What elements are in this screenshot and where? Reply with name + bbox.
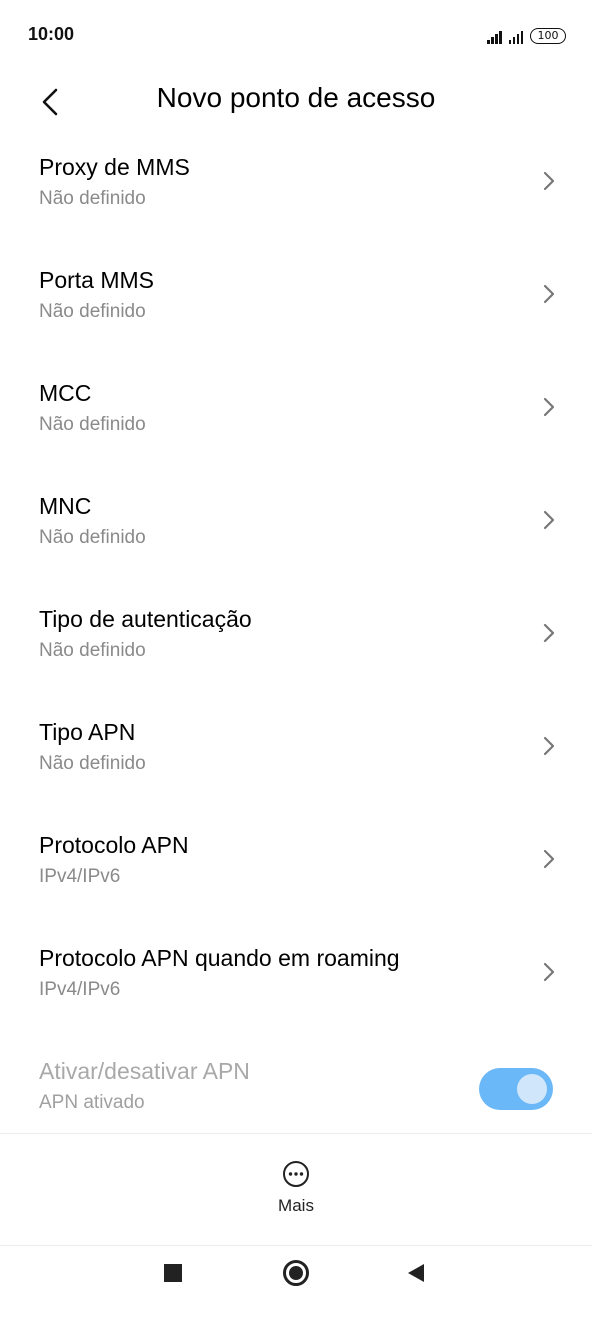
setting-row-apn-roaming-protocol[interactable]: Protocolo APN quando em roaming IPv4/IPv… [0,919,592,1032]
bottom-action-bar: Mais [0,1133,592,1246]
setting-value: Não definido [39,301,146,322]
chevron-right-icon [543,510,555,530]
status-icons: 100 [487,26,566,44]
setting-value: IPv4/IPv6 [39,979,121,1000]
more-label: Mais [278,1196,314,1215]
setting-title: Ativar/desativar APN [39,1058,250,1084]
setting-value: IPv4/IPv6 [39,866,121,887]
chevron-right-icon [543,962,555,982]
more-horizontal-icon [283,1161,309,1187]
chevron-right-icon [543,171,555,191]
status-time: 10:00 [28,24,75,44]
setting-title: Protocolo APN quando em roaming [39,945,400,971]
setting-value: APN ativado [39,1092,145,1113]
setting-title: MNC [39,493,92,519]
setting-row-apn-toggle: Ativar/desativar APN APN ativado [0,1032,592,1145]
header: Novo ponto de acesso [0,72,592,128]
signal-icon [487,30,502,44]
setting-value: Não definido [39,753,146,774]
chevron-right-icon [543,849,555,869]
square-icon[interactable] [164,1264,182,1282]
setting-row-mms-proxy[interactable]: Proxy de MMS Não definido [0,128,592,241]
apn-toggle-switch[interactable] [479,1068,553,1110]
setting-value: Não definido [39,188,146,209]
setting-title: Protocolo APN [39,832,189,858]
setting-title: Tipo APN [39,719,136,745]
toggle-knob [517,1074,547,1104]
settings-list: Proxy de MMS Não definido Porta MMS Não … [0,128,592,1145]
circle-icon[interactable] [283,1260,309,1286]
nav-bar [0,1245,592,1317]
chevron-right-icon [543,623,555,643]
chevron-right-icon [543,284,555,304]
triangle-back-icon[interactable] [406,1263,426,1283]
setting-title: Proxy de MMS [39,154,190,180]
setting-title: Tipo de autenticação [39,606,252,632]
setting-row-apn-type[interactable]: Tipo APN Não definido [0,693,592,806]
chevron-right-icon [543,397,555,417]
status-bar: 10:00 100 [0,0,592,72]
battery-icon: 100 [530,28,566,44]
setting-value: Não definido [39,640,146,661]
page-title: Novo ponto de acesso [156,82,436,113]
setting-value: Não definido [39,527,146,548]
setting-row-mnc[interactable]: MNC Não definido [0,467,592,580]
signal-icon [508,30,523,44]
setting-row-mms-port[interactable]: Porta MMS Não definido [0,241,592,354]
chevron-right-icon [543,736,555,756]
more-button[interactable]: Mais [246,1156,346,1226]
setting-row-apn-protocol[interactable]: Protocolo APN IPv4/IPv6 [0,806,592,919]
setting-row-mcc[interactable]: MCC Não definido [0,354,592,467]
setting-value: Não definido [39,414,146,435]
setting-title: Porta MMS [39,267,155,293]
setting-title: MCC [39,380,92,406]
setting-row-auth-type[interactable]: Tipo de autenticação Não definido [0,580,592,693]
